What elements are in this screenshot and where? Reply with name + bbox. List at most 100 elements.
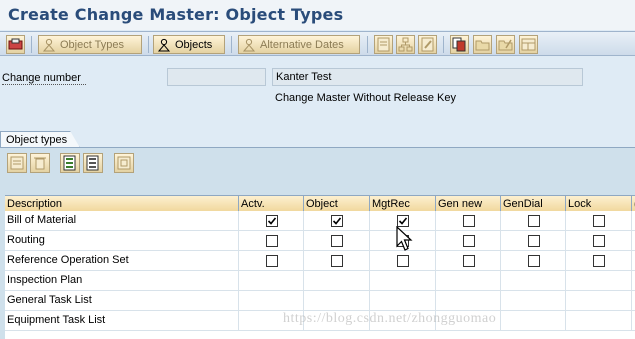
column-header-gendial[interactable]: GenDial (501, 196, 566, 212)
table-cell (239, 251, 304, 271)
change-description-field[interactable]: Kanter Test (272, 68, 583, 86)
column-header-mgtrec[interactable]: MgtRec (370, 196, 436, 212)
table-row[interactable]: Inspection Plan (5, 271, 635, 291)
objects-label: Objects (175, 38, 213, 51)
alternative-dates-button[interactable]: Alternative Dates (238, 35, 360, 54)
title-bar: Create Change Master: Object Types (0, 0, 635, 30)
column-header-object[interactable]: Object (304, 196, 370, 212)
checkmark-icon (332, 217, 342, 225)
table-cell (370, 251, 436, 271)
unchecked-checkbox[interactable] (528, 235, 540, 247)
checked-checkbox[interactable] (331, 215, 343, 227)
folder-icon[interactable] (473, 35, 492, 54)
table-cell (436, 291, 501, 311)
object-types-label: Object Types (60, 38, 124, 51)
table-cell (304, 211, 370, 231)
toolbar-separator (231, 36, 232, 53)
row-description: Reference Operation Set (5, 251, 239, 271)
column-header-description[interactable]: Description (5, 196, 239, 212)
configure-icon[interactable] (114, 153, 134, 173)
toolbar-separator (367, 36, 368, 53)
column-header-gen-new[interactable]: Gen new (436, 196, 501, 212)
table-cell (304, 251, 370, 271)
unchecked-checkbox[interactable] (331, 255, 343, 267)
checked-checkbox[interactable] (266, 215, 278, 227)
unchecked-checkbox[interactable] (266, 255, 278, 267)
row-description: Bill of Material (5, 211, 239, 231)
table-cell (501, 311, 566, 331)
unchecked-checkbox[interactable] (528, 255, 540, 267)
folder-edit-icon[interactable] (496, 35, 515, 54)
table-cell (436, 231, 501, 251)
unchecked-checkbox[interactable] (593, 255, 605, 267)
change-overview-icon[interactable] (6, 35, 25, 54)
document-icon[interactable] (374, 35, 393, 54)
table-row[interactable]: General Task List (5, 291, 635, 311)
table-cell (436, 211, 501, 231)
table-cell (304, 231, 370, 251)
table-cell (239, 291, 304, 311)
table-cell (370, 291, 436, 311)
table-cell (566, 311, 632, 331)
unchecked-checkbox[interactable] (463, 235, 475, 247)
table-cell (501, 231, 566, 251)
table-cell (566, 271, 632, 291)
person-icon (157, 38, 171, 51)
layout-icon[interactable] (519, 35, 538, 54)
deselect-all-icon[interactable] (83, 153, 103, 173)
edit-document-icon[interactable] (418, 35, 437, 54)
row-description: Inspection Plan (5, 271, 239, 291)
table-row[interactable]: Routing (5, 231, 635, 251)
watermark: https://blog.csdn.net/zhongguomao (283, 311, 497, 326)
person-icon (42, 38, 56, 51)
table-cell (501, 251, 566, 271)
table-cell (566, 231, 632, 251)
unchecked-checkbox[interactable] (593, 235, 605, 247)
unchecked-checkbox[interactable] (593, 215, 605, 227)
checkmark-icon (398, 217, 408, 225)
change-number-label: Change number (2, 71, 86, 85)
person-icon (242, 38, 256, 51)
unchecked-checkbox[interactable] (266, 235, 278, 247)
table-cell (239, 211, 304, 231)
column-header-lock[interactable]: Lock (566, 196, 632, 212)
copy-icon[interactable] (450, 35, 469, 54)
table-cell (566, 291, 632, 311)
delete-icon[interactable] (30, 153, 50, 173)
objects-button[interactable]: Objects (153, 35, 225, 54)
unchecked-checkbox[interactable] (463, 215, 475, 227)
change-number-input[interactable] (167, 68, 266, 86)
hierarchy-icon[interactable] (396, 35, 415, 54)
toolbar-separator (443, 36, 444, 53)
toolbar-separator (31, 36, 32, 53)
toolbar-separator (148, 36, 149, 53)
select-all-icon[interactable] (60, 153, 80, 173)
details-icon[interactable] (7, 153, 27, 173)
table-cell (436, 251, 501, 271)
table-cell (436, 271, 501, 291)
window-title: Create Change Master: Object Types (8, 5, 344, 24)
row-description: Equipment Task List (5, 311, 239, 331)
unchecked-checkbox[interactable] (528, 215, 540, 227)
application-toolbar: Object Types Objects Alternative Dates (0, 31, 635, 56)
object-types-button[interactable]: Object Types (38, 35, 142, 54)
table-cell (239, 271, 304, 291)
checkmark-icon (267, 217, 277, 225)
table-cell (239, 231, 304, 251)
unchecked-checkbox[interactable] (397, 255, 409, 267)
table-cell (566, 251, 632, 271)
column-header-actv[interactable]: Actv. (239, 196, 304, 212)
row-description: General Task List (5, 291, 239, 311)
release-key-status: Change Master Without Release Key (275, 92, 456, 104)
unchecked-checkbox[interactable] (463, 255, 475, 267)
table-cell (566, 211, 632, 231)
table-cell (501, 211, 566, 231)
table-cell (304, 291, 370, 311)
table-cell (304, 271, 370, 291)
row-description: Routing (5, 231, 239, 251)
table-row[interactable]: Bill of Material (5, 211, 635, 231)
table-row[interactable]: Reference Operation Set (5, 251, 635, 271)
unchecked-checkbox[interactable] (331, 235, 343, 247)
table-cell (370, 271, 436, 291)
table-header: Description Actv. Object MgtRec Gen new … (5, 195, 635, 212)
